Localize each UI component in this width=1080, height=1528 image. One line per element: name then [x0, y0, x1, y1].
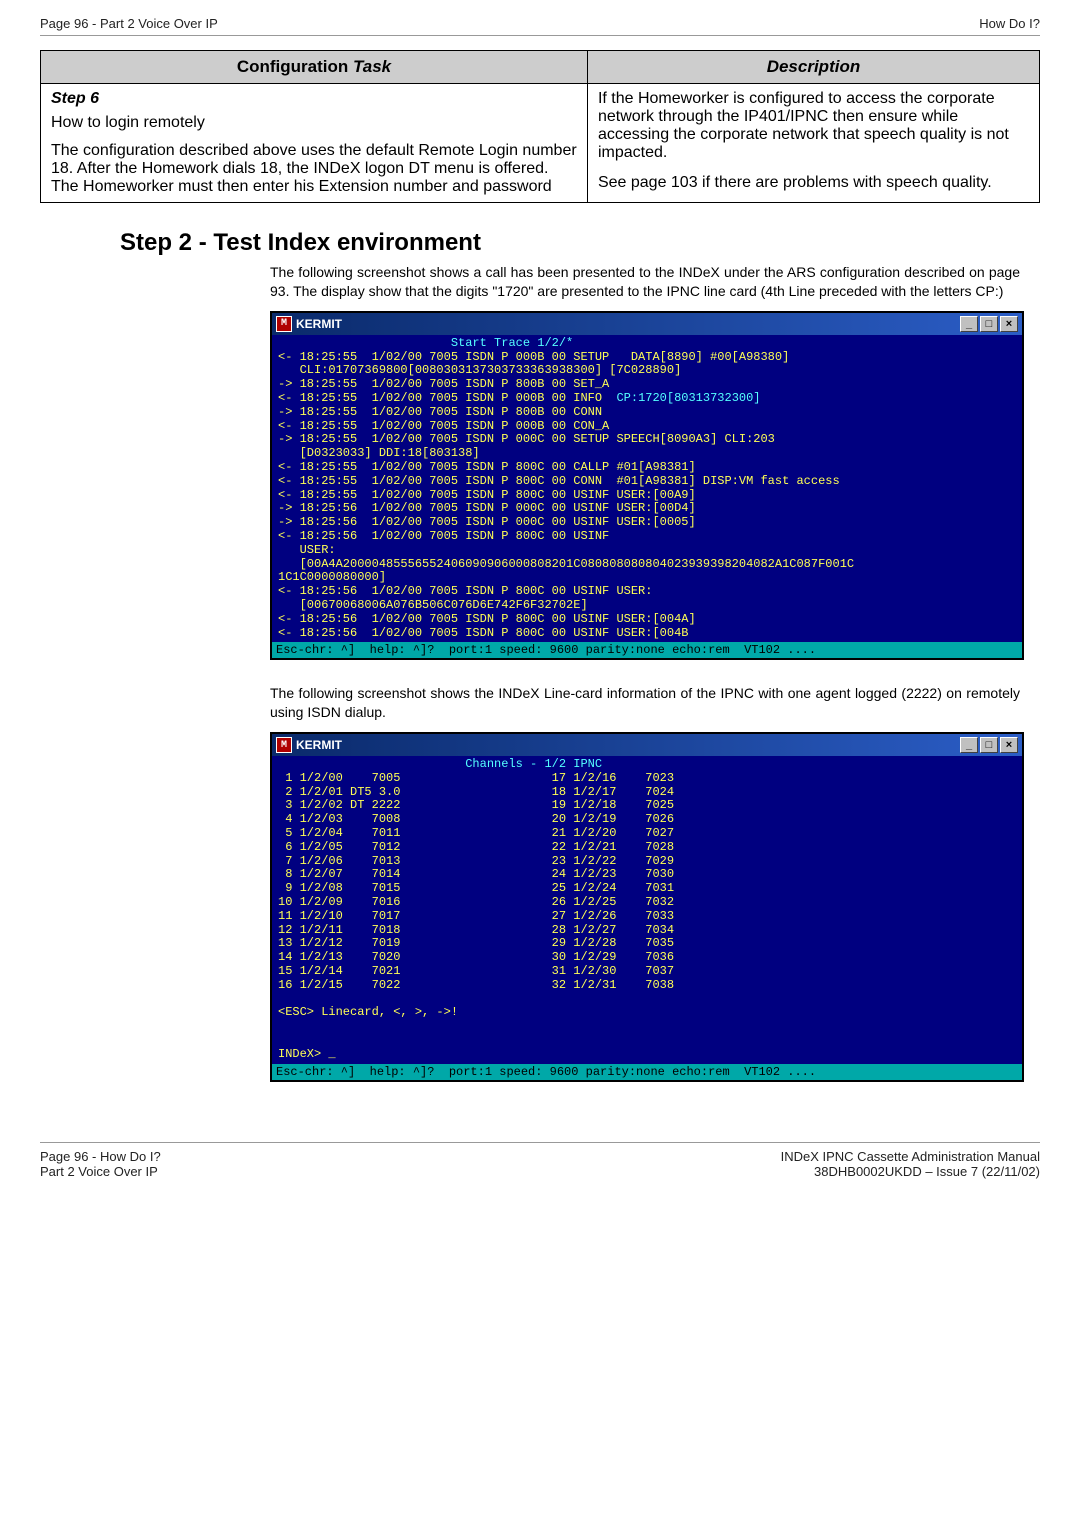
terminal-body: Start Trace 1/2/* <- 18:25:55 1/02/00 70… — [272, 335, 1022, 643]
header-left: Page 96 - Part 2 Voice Over IP — [40, 16, 218, 31]
minimize-icon: _ — [966, 739, 972, 751]
th-config: Configuration Task — [41, 51, 588, 84]
section-p2: The following screenshot shows the INDeX… — [270, 684, 1020, 722]
desc2: See page 103 if there are problems with … — [598, 174, 1029, 192]
close-icon: × — [1006, 739, 1012, 751]
minimize-button[interactable]: _ — [960, 316, 978, 332]
footer-right: INDeX IPNC Cassette Administration Manua… — [781, 1149, 1040, 1179]
app-icon: M — [276, 737, 292, 753]
status-bar: Esc-chr: ^] help: ^]? port:1 speed: 9600… — [272, 1064, 1022, 1080]
maximize-button[interactable]: □ — [980, 737, 998, 753]
desc-cell: If the Homeworker is configured to acces… — [587, 84, 1039, 203]
step-cell: Step 6 How to login remotely The configu… — [41, 84, 588, 203]
desc1: If the Homeworker is configured to acces… — [598, 90, 1029, 162]
trace-headline: Start Trace 1/2/* — [278, 336, 573, 350]
header-right: How Do I? — [979, 16, 1040, 31]
close-button[interactable]: × — [1000, 316, 1018, 332]
esc-hint: <ESC> Linecard, <, >, ->! — [278, 1005, 458, 1019]
step-title: Step 6 — [51, 90, 577, 108]
window-title: KERMIT — [296, 738, 342, 752]
minimize-button[interactable]: _ — [960, 737, 978, 753]
prompt[interactable]: INDeX> _ — [278, 1047, 336, 1061]
titlebar[interactable]: M KERMIT _ □ × — [272, 313, 1022, 335]
th-desc: Description — [587, 51, 1039, 84]
status-bar: Esc-chr: ^] help: ^]? port:1 speed: 9600… — [272, 642, 1022, 658]
maximize-icon: □ — [986, 739, 993, 751]
window-title: KERMIT — [296, 317, 342, 331]
close-button[interactable]: × — [1000, 737, 1018, 753]
maximize-button[interactable]: □ — [980, 316, 998, 332]
maximize-icon: □ — [986, 318, 993, 330]
titlebar[interactable]: M KERMIT _ □ × — [272, 734, 1022, 756]
config-table: Configuration Task Description Step 6 Ho… — [40, 50, 1040, 203]
kermit-window-1: M KERMIT _ □ × Start Trace 1/2/* <- 18:2… — [270, 311, 1024, 661]
footer-left: Page 96 - How Do I? Part 2 Voice Over IP — [40, 1149, 161, 1179]
section-p1: The following screenshot shows a call ha… — [270, 263, 1020, 301]
terminal-body: Channels - 1/2 IPNC 1 1/2/00 7005 17 1/2… — [272, 756, 1022, 1064]
close-icon: × — [1006, 318, 1012, 330]
kermit-window-2: M KERMIT _ □ × Channels - 1/2 IPNC 1 1/2… — [270, 732, 1024, 1082]
step-body: The configuration described above uses t… — [51, 142, 577, 196]
minimize-icon: _ — [966, 318, 972, 330]
page-footer: Page 96 - How Do I? Part 2 Voice Over IP… — [40, 1142, 1040, 1179]
step-sub: How to login remotely — [51, 114, 577, 132]
page-header: Page 96 - Part 2 Voice Over IP How Do I? — [40, 16, 1040, 36]
section-title: Step 2 - Test Index environment — [120, 229, 1040, 257]
channels-headline: Channels - 1/2 IPNC — [278, 757, 602, 771]
app-icon: M — [276, 316, 292, 332]
